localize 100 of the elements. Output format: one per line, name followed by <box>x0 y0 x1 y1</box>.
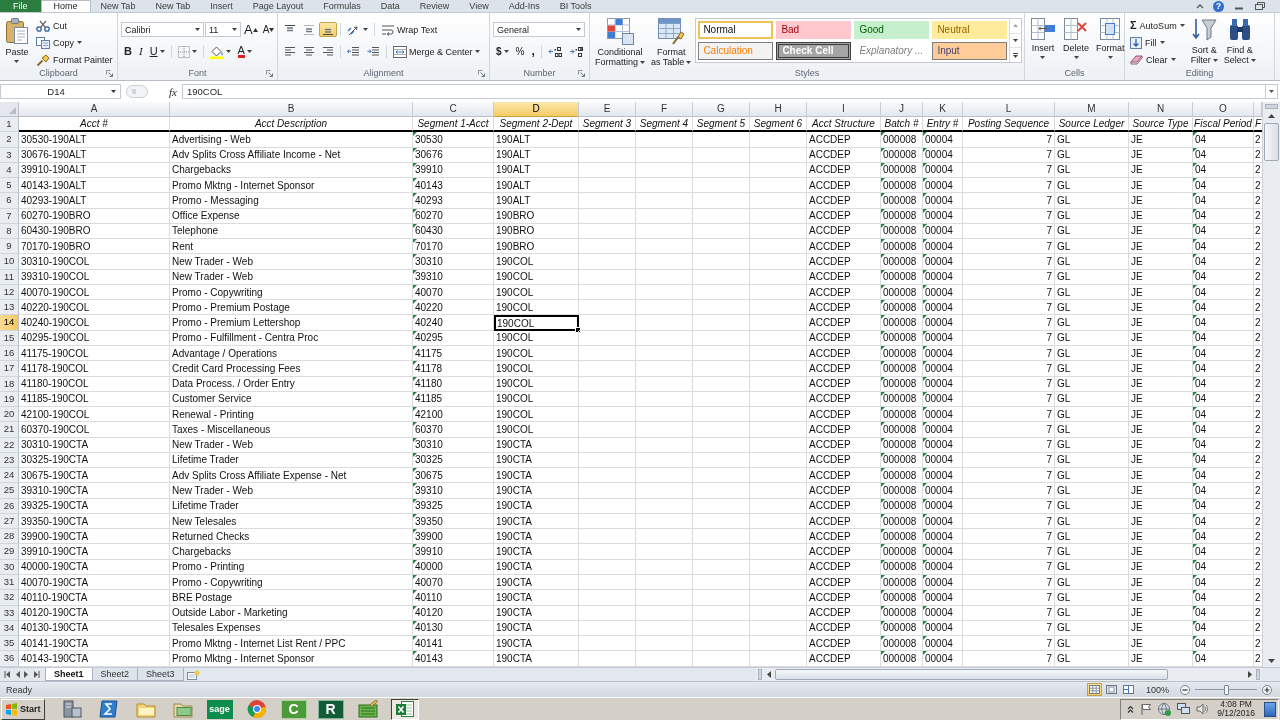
autosum-button[interactable]: Σ AutoSum <box>1128 18 1187 33</box>
underline-button[interactable]: U <box>146 44 168 59</box>
font-size-field[interactable]: 11 <box>205 22 241 37</box>
row-header[interactable]: 24 <box>0 468 19 484</box>
fill-handle[interactable] <box>575 326 581 333</box>
column-header[interactable]: N <box>1129 102 1193 117</box>
cell-style-option[interactable]: Bad <box>776 21 852 39</box>
insert-button[interactable]: Insert <box>1028 15 1058 59</box>
last-sheet-icon[interactable] <box>33 671 40 678</box>
format-painter-button[interactable]: Format Painter <box>34 52 115 67</box>
expand-formula-button[interactable] <box>1266 84 1278 99</box>
cut-button[interactable]: Cut <box>34 18 115 33</box>
column-header[interactable]: B <box>170 102 413 117</box>
dialog-launcher-icon[interactable] <box>106 70 113 77</box>
taskbar-app-button[interactable]: R <box>316 698 345 720</box>
chevron-up-icon[interactable] <box>1127 705 1135 713</box>
row-header[interactable]: 20 <box>0 407 19 423</box>
italic-button[interactable]: I <box>135 44 146 59</box>
row-header[interactable]: 9 <box>0 239 19 255</box>
paste-button[interactable]: Paste <box>3 15 31 63</box>
zoom-out-icon[interactable] <box>1180 684 1190 695</box>
wrap-text-button[interactable]: Wrap Text <box>378 22 441 37</box>
comma-style-button[interactable]: , <box>528 44 538 59</box>
page-layout-button[interactable] <box>1103 683 1119 696</box>
find-select-button[interactable]: Find & Select <box>1221 15 1258 65</box>
ribbon-tab[interactable]: View <box>459 0 499 12</box>
ribbon-tab[interactable]: Insert <box>200 0 243 12</box>
row-header[interactable]: 5 <box>0 178 19 194</box>
cell-style-option[interactable]: Normal <box>698 21 774 39</box>
taskbar-app-button[interactable]: sage <box>205 698 234 720</box>
column-header[interactable]: D <box>494 102 579 117</box>
delete-button[interactable]: Delete <box>1061 15 1091 59</box>
grip-icon[interactable] <box>126 85 148 98</box>
ribbon-tab[interactable]: Home <box>40 0 91 12</box>
normal-view-button[interactable] <box>1086 683 1102 696</box>
split-handle[interactable] <box>758 669 762 680</box>
row-header[interactable]: 28 <box>0 529 19 545</box>
row-header[interactable]: 17 <box>0 361 19 377</box>
zoom-level[interactable]: 100% <box>1145 684 1169 695</box>
copy-button[interactable]: Copy <box>34 35 115 50</box>
format-button[interactable]: Format <box>1094 15 1127 59</box>
cell-style-option[interactable]: Neutral <box>932 21 1008 39</box>
row-header[interactable]: 25 <box>0 483 19 499</box>
file-tab[interactable]: File <box>0 0 41 12</box>
sheet-tab[interactable]: Sheet2 <box>91 668 139 681</box>
dialog-launcher-icon[interactable] <box>478 70 485 77</box>
zoom-in-icon[interactable] <box>1262 684 1272 695</box>
bold-button[interactable]: B <box>121 44 135 59</box>
next-sheet-icon[interactable] <box>24 671 29 678</box>
row-header[interactable]: 36 <box>0 651 19 667</box>
row-header[interactable]: 35 <box>0 636 19 652</box>
column-header[interactable]: O <box>1193 102 1254 117</box>
help-button[interactable]: ? <box>1213 0 1224 12</box>
ribbon-tab[interactable]: Page Layout <box>242 0 314 12</box>
currency-button[interactable]: $ <box>493 44 512 59</box>
globe-icon[interactable] <box>1158 702 1172 716</box>
column-header[interactable]: H <box>750 102 807 117</box>
scroll-left-button[interactable] <box>764 669 773 680</box>
percent-button[interactable]: % <box>512 44 528 59</box>
horizontal-scrollbar[interactable] <box>756 668 1262 681</box>
cell-style-option[interactable]: Input <box>932 42 1008 60</box>
row-header[interactable]: 13 <box>0 300 19 316</box>
row-header[interactable]: 14 <box>0 315 19 331</box>
sort-filter-button[interactable]: Sort & Filter <box>1188 15 1220 65</box>
split-handle[interactable] <box>1265 104 1278 109</box>
format-as-table-button[interactable]: Format as Table <box>649 15 694 67</box>
vertical-scrollbar[interactable] <box>1262 102 1280 667</box>
column-header[interactable]: F <box>636 102 693 117</box>
column-header[interactable]: E <box>579 102 636 117</box>
clear-button[interactable]: Clear <box>1128 52 1187 67</box>
scroll-thumb[interactable] <box>775 669 1169 680</box>
bottom-align-button[interactable] <box>319 22 337 37</box>
column-header[interactable]: L <box>963 102 1055 117</box>
shrink-font-button[interactable]: A <box>260 22 277 37</box>
split-handle[interactable] <box>1256 669 1260 680</box>
flag-icon[interactable] <box>1140 703 1153 715</box>
dialog-launcher-icon[interactable] <box>578 70 585 77</box>
insert-function-button[interactable]: fx <box>164 85 182 98</box>
column-header[interactable]: G <box>693 102 750 117</box>
fill-button[interactable]: Fill <box>1128 35 1187 50</box>
conditional-formatting-button[interactable]: Conditional Formatting <box>593 15 647 67</box>
sheet-tab[interactable]: Sheet1 <box>45 668 93 681</box>
first-sheet-icon[interactable] <box>4 671 11 678</box>
column-header[interactable]: M <box>1055 102 1129 117</box>
ribbon-tab[interactable]: New Tab <box>90 0 146 12</box>
ribbon-tab[interactable]: Review <box>409 0 460 12</box>
name-box[interactable]: D14 <box>0 84 121 99</box>
grow-font-button[interactable]: A <box>242 22 260 37</box>
number-format-field[interactable]: General <box>493 22 585 37</box>
cell-style-option[interactable]: Explanatory ... <box>854 42 930 60</box>
row-header[interactable]: 2 <box>0 132 19 148</box>
row-header[interactable]: 10 <box>0 254 19 270</box>
restore-icon[interactable] <box>1254 1 1266 11</box>
monitor-icon[interactable] <box>1177 703 1191 715</box>
column-header[interactable]: A <box>19 102 170 117</box>
speaker-icon[interactable] <box>1196 703 1209 715</box>
insert-sheet-icon[interactable] <box>186 669 200 680</box>
collapse-ribbon-icon[interactable] <box>1196 3 1204 9</box>
ribbon-tab[interactable]: Data <box>370 0 410 12</box>
page-break-button[interactable] <box>1120 683 1136 696</box>
